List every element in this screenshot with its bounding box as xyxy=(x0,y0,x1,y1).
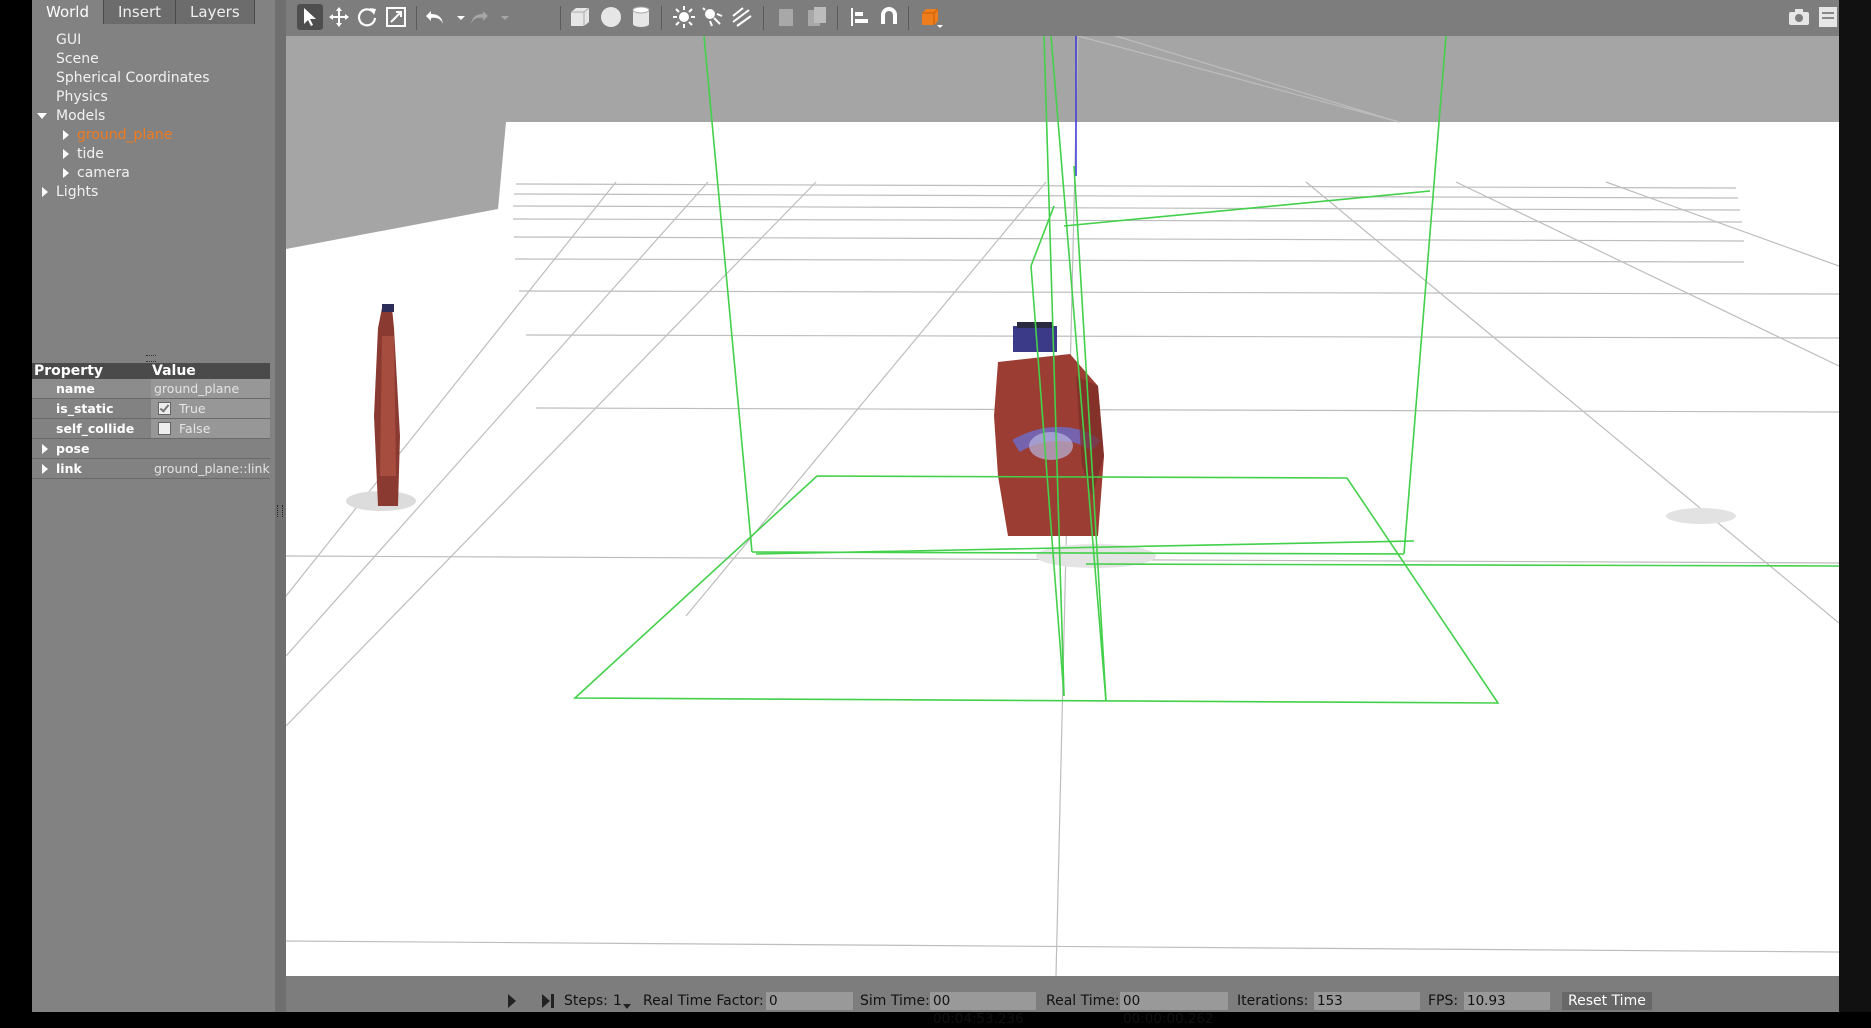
box-icon[interactable] xyxy=(567,4,593,30)
fps-label: FPS: xyxy=(1428,993,1459,1009)
snap-magnet-icon[interactable] xyxy=(876,4,902,30)
link-field[interactable]: ground_plane::link xyxy=(151,459,270,478)
expand-right-icon[interactable] xyxy=(42,464,48,474)
toolbar xyxy=(286,0,1871,36)
redo-icon[interactable] xyxy=(466,4,492,30)
step-icon[interactable] xyxy=(542,994,554,1008)
tree-item-camera[interactable]: camera xyxy=(32,164,275,183)
tree-item-models[interactable]: Models xyxy=(32,107,275,126)
translate-icon[interactable] xyxy=(326,4,352,30)
toolbar-separator xyxy=(661,6,662,30)
expand-down-icon[interactable] xyxy=(37,113,47,119)
expand-right-icon[interactable] xyxy=(42,444,48,454)
3d-viewport[interactable] xyxy=(286,36,1839,976)
self-collide-checkbox[interactable] xyxy=(158,422,171,435)
panel-splitter-handle[interactable] xyxy=(146,355,156,362)
real-time-factor-label: Real Time Factor: xyxy=(643,993,764,1009)
scale-icon[interactable] xyxy=(383,4,409,30)
property-table: Property Value name ground_plane is_stat… xyxy=(32,363,270,479)
steps-dropdown-icon[interactable] xyxy=(623,1004,631,1009)
property-column-header: Property xyxy=(34,363,104,379)
property-row-name[interactable]: name ground_plane xyxy=(32,379,270,399)
copy-icon[interactable] xyxy=(773,4,799,30)
log-icon[interactable] xyxy=(1815,4,1841,30)
sim-time-field: 00 00:04:53.236 xyxy=(930,992,1036,1027)
redo-dropdown-icon[interactable] xyxy=(492,4,509,30)
iterations-field: 153 xyxy=(1314,992,1420,1010)
expand-right-icon[interactable] xyxy=(63,130,69,140)
tree-item-scene[interactable]: Scene xyxy=(32,50,275,69)
toolbar-separator xyxy=(908,6,909,30)
spot-light-icon[interactable] xyxy=(700,4,726,30)
toolbar-separator xyxy=(560,6,561,30)
paste-icon[interactable] xyxy=(804,4,830,30)
property-row-self-collide[interactable]: self_collide False xyxy=(32,419,270,439)
scene-render xyxy=(286,36,1839,976)
expand-right-icon[interactable] xyxy=(42,187,48,197)
simulation-status-bar: Steps: 1 Real Time Factor: 0 Sim Time: 0… xyxy=(286,976,1839,1027)
toolbar-separator xyxy=(416,6,417,30)
is-static-checkbox[interactable] xyxy=(158,402,171,415)
world-panel: World Insert Layers GUI Scene Spherical … xyxy=(32,0,275,1012)
directional-light-icon[interactable] xyxy=(729,4,755,30)
tree-item-ground-plane[interactable]: ground_plane xyxy=(32,126,275,145)
tree-item-tide[interactable]: tide xyxy=(32,145,275,164)
align-icon[interactable] xyxy=(847,4,873,30)
property-row-pose[interactable]: pose xyxy=(32,439,270,459)
tree-item-physics[interactable]: Physics xyxy=(32,88,275,107)
select-arrow-icon[interactable] xyxy=(297,4,323,30)
expand-right-icon[interactable] xyxy=(63,149,69,159)
real-time-label: Real Time: xyxy=(1046,993,1120,1009)
fps-field: 10.93 xyxy=(1464,992,1550,1010)
real-time-field: 00 00:00:00.262 xyxy=(1120,992,1228,1027)
sim-time-label: Sim Time: xyxy=(860,993,930,1009)
steps-value[interactable]: 1 xyxy=(613,992,622,1010)
property-row-is-static[interactable]: is_static True xyxy=(32,399,270,419)
tree-item-spherical-coordinates[interactable]: Spherical Coordinates xyxy=(32,69,275,88)
point-light-icon[interactable] xyxy=(671,4,697,30)
iterations-label: Iterations: xyxy=(1237,993,1309,1009)
tab-layers[interactable]: Layers xyxy=(176,0,255,24)
value-column-header: Value xyxy=(152,363,196,379)
tab-world[interactable]: World xyxy=(32,0,104,24)
property-row-link[interactable]: link ground_plane::link xyxy=(32,459,270,479)
panel-tabs: World Insert Layers xyxy=(32,0,275,24)
real-time-factor-field: 0 xyxy=(766,992,853,1010)
property-table-header: Property Value xyxy=(32,363,270,379)
sphere-icon[interactable] xyxy=(598,4,624,30)
toolbar-separator xyxy=(763,6,764,30)
steps-label: Steps: xyxy=(564,993,608,1009)
reset-time-button[interactable]: Reset Time xyxy=(1562,992,1652,1010)
undo-dropdown-icon[interactable] xyxy=(448,4,465,30)
world-tree: GUI Scene Spherical Coordinates Physics … xyxy=(32,31,275,202)
view-angle-icon[interactable] xyxy=(918,4,944,30)
splitter-grip-icon[interactable] xyxy=(277,505,283,517)
play-icon[interactable] xyxy=(508,994,516,1008)
cylinder-icon[interactable] xyxy=(628,4,654,30)
tree-item-lights[interactable]: Lights xyxy=(32,183,275,202)
screenshot-icon[interactable] xyxy=(1786,4,1812,30)
rotate-icon[interactable] xyxy=(354,4,380,30)
expand-right-icon[interactable] xyxy=(63,168,69,178)
undo-icon[interactable] xyxy=(422,4,448,30)
toolbar-separator xyxy=(837,6,838,30)
is-static-field[interactable]: True xyxy=(151,399,270,418)
name-field[interactable]: ground_plane xyxy=(151,379,270,398)
self-collide-field[interactable]: False xyxy=(151,419,270,438)
window-edge xyxy=(1839,0,1871,1012)
tab-insert[interactable]: Insert xyxy=(104,0,177,24)
tree-item-gui[interactable]: GUI xyxy=(32,31,275,50)
